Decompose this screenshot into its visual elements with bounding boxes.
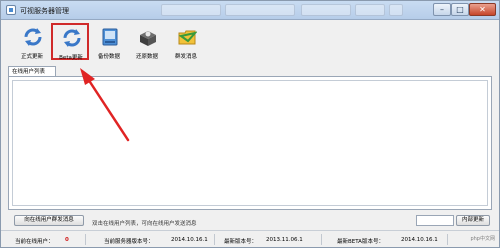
annotation-arrow	[80, 68, 130, 142]
